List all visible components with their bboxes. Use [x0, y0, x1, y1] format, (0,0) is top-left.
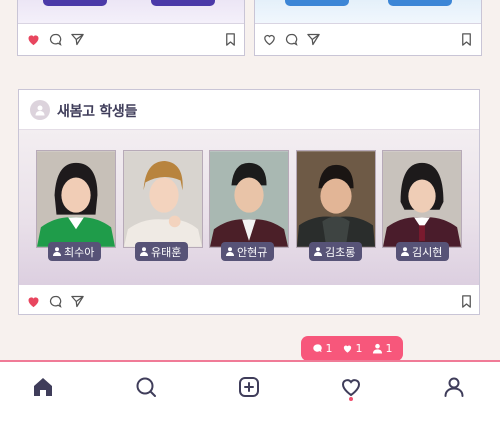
student-name-tag-2[interactable]: 유태훈: [135, 242, 189, 261]
student-photo-1[interactable]: [36, 150, 116, 248]
student-name-tag-1[interactable]: 최수아: [48, 242, 102, 261]
bottom-nav: [0, 360, 500, 445]
add-icon[interactable]: [236, 374, 262, 400]
share-icon[interactable]: [69, 31, 85, 47]
profile-icon[interactable]: [441, 374, 467, 400]
person-icon: [314, 247, 322, 256]
student-photo-4[interactable]: [296, 150, 376, 248]
post-card-top-right: [254, 0, 482, 56]
person-icon: [53, 247, 61, 256]
bookmark-icon[interactable]: [458, 31, 474, 47]
post-card-top-left: [17, 0, 245, 56]
person-icon: [401, 247, 409, 256]
home-icon[interactable]: [30, 374, 56, 400]
student-name: 김시현: [412, 245, 443, 259]
like-heart-filled-icon[interactable]: [25, 31, 41, 47]
student-photo-3[interactable]: [209, 150, 289, 248]
heart-icon: [343, 345, 351, 353]
student-photo-5[interactable]: [382, 150, 462, 248]
student-name: 유태훈: [151, 245, 182, 259]
share-icon[interactable]: [305, 31, 321, 47]
active-indicator-dot: [349, 397, 353, 401]
student-name: 최수아: [64, 245, 95, 259]
post-actions: [19, 289, 479, 315]
student-name-tag-4[interactable]: 김초롱: [309, 242, 363, 261]
post-image-button-1: [285, 0, 349, 6]
profile-avatar-icon[interactable]: [30, 100, 50, 120]
notif-likes: 1: [342, 342, 363, 355]
post-image-button-1: [43, 0, 107, 6]
activity-notification-bubble[interactable]: 1 1 1: [301, 336, 403, 361]
post-image-top-right: [255, 0, 481, 24]
comment-icon[interactable]: [283, 31, 299, 47]
student-name: 김초롱: [325, 245, 356, 259]
student-photo-2[interactable]: [123, 150, 203, 248]
post-image-button-2: [151, 0, 215, 6]
post-card-students: 새봄고 학생들 최수아 유태훈 안현규 김초롱 김시현: [18, 89, 480, 315]
post-header: 새봄고 학생들: [19, 90, 479, 130]
post-actions-top-left: [18, 27, 244, 53]
person-icon: [372, 343, 382, 354]
post-image-top-left: [18, 0, 244, 24]
bookmark-icon[interactable]: [458, 293, 474, 309]
comment-icon: [312, 344, 322, 353]
post-image-students: 최수아 유태훈 안현규 김초롱 김시현: [19, 130, 479, 285]
bookmark-icon[interactable]: [222, 31, 238, 47]
person-icon: [226, 247, 234, 256]
student-name-tag-3[interactable]: 안현규: [221, 242, 275, 261]
like-heart-outline-icon[interactable]: [261, 31, 277, 47]
notif-followers: 1: [372, 342, 393, 355]
comment-icon[interactable]: [47, 293, 63, 309]
post-image-button-2: [388, 0, 452, 6]
student-name-tag-5[interactable]: 김시현: [396, 242, 450, 261]
search-icon[interactable]: [133, 374, 159, 400]
student-name: 안현규: [237, 245, 268, 259]
share-icon[interactable]: [69, 293, 85, 309]
post-title[interactable]: 새봄고 학생들: [57, 101, 137, 121]
comment-icon[interactable]: [47, 31, 63, 47]
like-heart-filled-icon[interactable]: [25, 293, 41, 309]
person-icon: [140, 247, 148, 256]
post-actions-top-right: [255, 27, 481, 53]
notif-comments: 1: [312, 342, 333, 355]
